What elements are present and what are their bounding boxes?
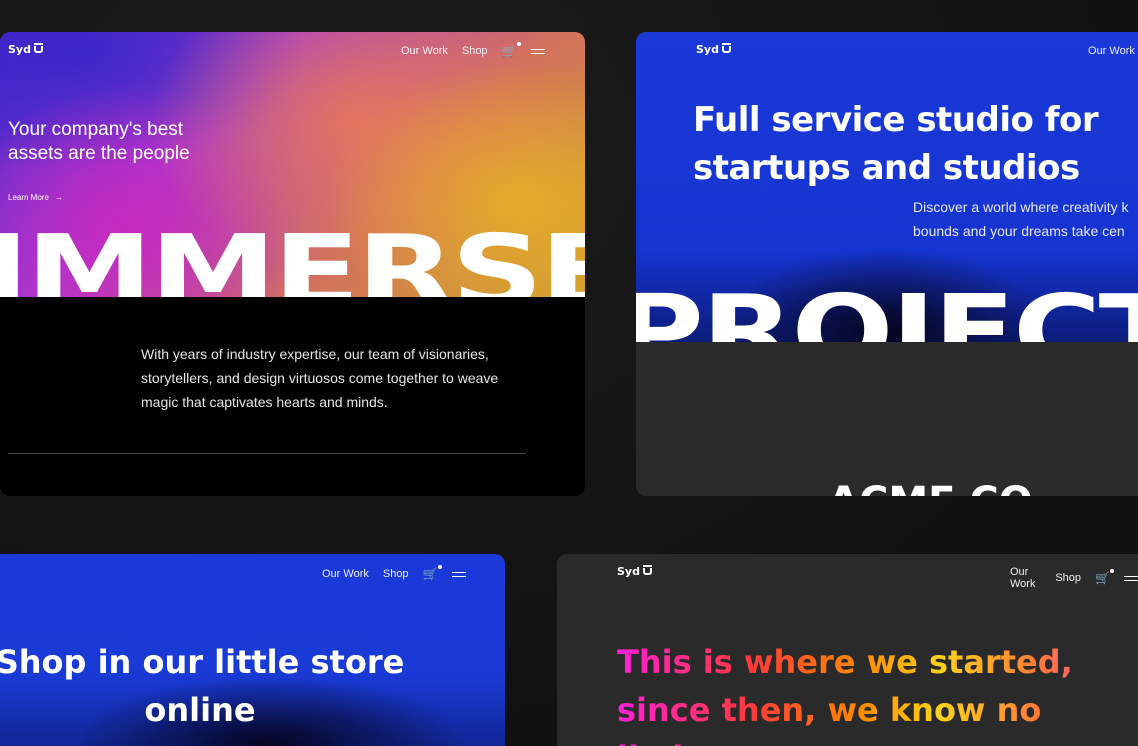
syd-logo[interactable]: Syd [8, 43, 43, 56]
syd-logo[interactable]: Syd [617, 565, 652, 578]
headline-line-2: since then, we know no [617, 691, 1042, 729]
nav-our-work[interactable]: Our Work [1010, 566, 1041, 590]
hero-headline: This is where we started, since then, we… [617, 638, 1138, 746]
hero-headline: Full service studio for startups and stu… [693, 96, 1099, 192]
logo-text: Syd [696, 43, 719, 56]
learn-more-label: Learn More [8, 193, 49, 202]
subtext-line-1: Discover a world where creativity k [913, 199, 1129, 215]
nav-shop[interactable]: Shop [1055, 572, 1081, 584]
cart-icon[interactable]: 🛒 [423, 565, 442, 581]
cart-badge [516, 42, 521, 46]
headline-line-2: online [144, 691, 256, 729]
headline-line-1: This is where we started, [617, 643, 1073, 681]
cart-icon[interactable]: 🛒 [1095, 569, 1114, 585]
top-nav: Our Work Shop 🛒 [401, 42, 545, 58]
logo-text: Syd [8, 43, 31, 56]
story-website-card: Syd Our Work Shop 🛒 This is where we sta… [557, 554, 1138, 746]
subtext-line-2: bounds and your dreams take cen [913, 223, 1125, 239]
projects-website-card: Syd Our Work Full service studio for sta… [636, 32, 1138, 496]
hero-big-word: PROJECTS [636, 282, 1138, 342]
menu-icon[interactable] [1124, 575, 1138, 581]
nav-our-work[interactable]: Our Work [1088, 45, 1135, 57]
cart-badge [437, 565, 442, 569]
learn-more-link[interactable]: Learn More → [8, 193, 63, 202]
nav-our-work[interactable]: Our Work [401, 45, 448, 57]
hero-headline: Shop in our little store online [0, 638, 410, 734]
logo-mark-icon [33, 43, 43, 53]
shop-website-card: Our Work Shop 🛒 Shop in our little store… [0, 554, 505, 746]
hero-tagline: Your company's best assets are the peopl… [8, 119, 190, 164]
hero-subtext: Discover a world where creativity k boun… [913, 195, 1129, 243]
headline-line-3: limits [617, 734, 1138, 746]
cart-icon[interactable]: 🛒 [502, 42, 521, 58]
logo-text: Syd [617, 565, 640, 578]
top-nav: Our Work [1088, 45, 1135, 57]
headline-line-1: Shop in our little store [0, 643, 405, 681]
top-nav: Our Work Shop 🛒 [322, 565, 466, 581]
menu-icon[interactable] [451, 571, 466, 577]
menu-icon[interactable] [530, 48, 545, 54]
headline-line-2: startups and studios [693, 148, 1080, 188]
divider [8, 453, 526, 454]
intro-paragraph: With years of industry expertise, our te… [141, 346, 499, 410]
top-nav: Our Work Shop 🛒 [1010, 566, 1138, 590]
nav-shop[interactable]: Shop [383, 568, 409, 580]
hero-big-word: IMMERSE [0, 222, 585, 297]
immerse-website-card: Syd Our Work Shop 🛒 Your company's best … [0, 32, 585, 496]
headline-line-1: Full service studio for [693, 100, 1099, 140]
arrow-right-icon: → [54, 193, 63, 202]
logo-mark-icon [642, 565, 652, 575]
cart-badge [1110, 569, 1114, 573]
syd-logo[interactable]: Syd [696, 43, 731, 56]
logo-mark-icon [721, 43, 731, 53]
nav-our-work[interactable]: Our Work [322, 568, 369, 580]
client-name: ACME CO [828, 482, 1033, 496]
nav-shop[interactable]: Shop [462, 45, 488, 57]
